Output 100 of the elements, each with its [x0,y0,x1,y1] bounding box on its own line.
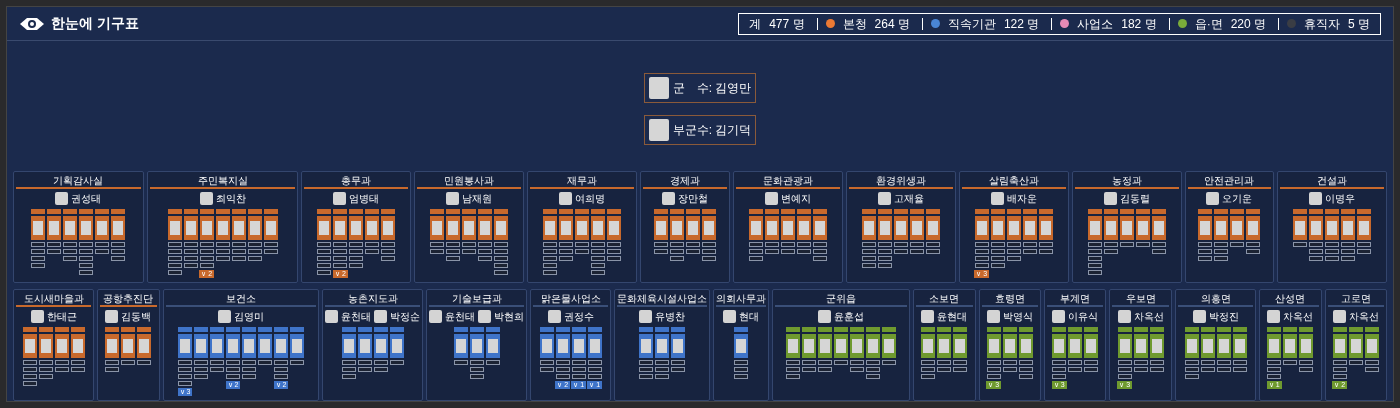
team-leader-card[interactable] [365,216,380,240]
team-leader-card[interactable] [289,334,304,358]
team-leader-card[interactable] [247,216,262,240]
team-leader-card[interactable] [95,216,110,240]
team-leader-card[interactable] [273,334,288,358]
team-leader-card[interactable] [1214,216,1229,240]
team-leader-card[interactable] [373,334,388,358]
team-leader-card[interactable] [121,334,136,358]
team-leader-card[interactable] [469,334,484,358]
team-leader-card[interactable] [225,334,240,358]
team-leader-card[interactable] [953,334,968,358]
team-leader-card[interactable] [893,216,908,240]
team-leader-card[interactable] [215,216,230,240]
team-leader-card[interactable] [1216,334,1231,358]
team-leader-card[interactable] [591,216,606,240]
team-leader-card[interactable] [861,216,876,240]
team-leader-card[interactable] [430,216,445,240]
team-leader-card[interactable] [734,334,749,358]
team-leader-card[interactable] [1119,216,1134,240]
team-leader-card[interactable] [1133,334,1148,358]
team-leader-card[interactable] [494,216,509,240]
team-leader-card[interactable] [209,334,224,358]
team-leader-card[interactable] [1151,216,1166,240]
team-leader-card[interactable] [446,216,461,240]
leader-card[interactable]: 군 수: 김영만 [643,73,757,103]
team-leader-card[interactable] [1230,216,1245,240]
team-leader-card[interactable] [686,216,701,240]
team-leader-card[interactable] [22,334,37,358]
team-leader-card[interactable] [485,334,500,358]
team-leader-card[interactable] [974,216,989,240]
team-leader-card[interactable] [241,334,256,358]
team-leader-card[interactable] [70,334,85,358]
team-leader-card[interactable] [1068,334,1083,358]
team-leader-card[interactable] [796,216,811,240]
team-leader-card[interactable] [199,216,214,240]
team-leader-card[interactable] [559,216,574,240]
team-leader-card[interactable] [812,216,827,240]
team-leader-card[interactable] [764,216,779,240]
team-leader-card[interactable] [1232,334,1247,358]
team-leader-card[interactable] [877,216,892,240]
team-leader-card[interactable] [257,334,272,358]
team-leader-card[interactable] [655,334,670,358]
team-leader-card[interactable] [1018,334,1033,358]
team-leader-card[interactable] [105,334,120,358]
team-leader-card[interactable] [317,216,332,240]
team-leader-card[interactable] [990,216,1005,240]
team-leader-card[interactable] [333,216,348,240]
team-leader-card[interactable] [786,334,801,358]
team-leader-card[interactable] [263,216,278,240]
team-leader-card[interactable] [802,334,817,358]
team-leader-card[interactable] [834,334,849,358]
team-leader-card[interactable] [1184,334,1199,358]
team-leader-card[interactable] [587,334,602,358]
leader-card[interactable]: 부군수: 김기덕 [643,115,757,145]
team-leader-card[interactable] [937,334,952,358]
team-leader-card[interactable] [1332,334,1347,358]
team-leader-card[interactable] [1246,216,1261,240]
team-leader-card[interactable] [818,334,833,358]
team-leader-card[interactable] [555,334,570,358]
team-leader-card[interactable] [231,216,246,240]
team-leader-card[interactable] [539,334,554,358]
team-leader-card[interactable] [671,334,686,358]
team-leader-card[interactable] [780,216,795,240]
team-leader-card[interactable] [748,216,763,240]
team-leader-card[interactable] [462,216,477,240]
team-leader-card[interactable] [1283,334,1298,358]
team-leader-card[interactable] [1149,334,1164,358]
team-leader-card[interactable] [607,216,622,240]
team-leader-card[interactable] [137,334,152,358]
team-leader-card[interactable] [1084,334,1099,358]
team-leader-card[interactable] [1103,216,1118,240]
team-leader-card[interactable] [193,334,208,358]
team-leader-card[interactable] [670,216,685,240]
team-leader-card[interactable] [986,334,1001,358]
team-leader-card[interactable] [1198,216,1213,240]
team-leader-card[interactable] [1002,334,1017,358]
team-leader-card[interactable] [1348,334,1363,358]
team-leader-card[interactable] [1006,216,1021,240]
team-leader-card[interactable] [925,216,940,240]
team-leader-card[interactable] [1200,334,1215,358]
team-leader-card[interactable] [921,334,936,358]
team-leader-card[interactable] [63,216,78,240]
team-leader-card[interactable] [850,334,865,358]
team-leader-card[interactable] [1038,216,1053,240]
team-leader-card[interactable] [177,334,192,358]
team-leader-card[interactable] [349,216,364,240]
team-leader-card[interactable] [1135,216,1150,240]
team-leader-card[interactable] [702,216,717,240]
team-leader-card[interactable] [1022,216,1037,240]
team-leader-card[interactable] [183,216,198,240]
team-leader-card[interactable] [1052,334,1067,358]
team-leader-card[interactable] [38,334,53,358]
team-leader-card[interactable] [575,216,590,240]
team-leader-card[interactable] [543,216,558,240]
team-leader-card[interactable] [909,216,924,240]
team-leader-card[interactable] [654,216,669,240]
team-leader-card[interactable] [882,334,897,358]
team-leader-card[interactable] [54,334,69,358]
team-leader-card[interactable] [167,216,182,240]
team-leader-card[interactable] [79,216,94,240]
